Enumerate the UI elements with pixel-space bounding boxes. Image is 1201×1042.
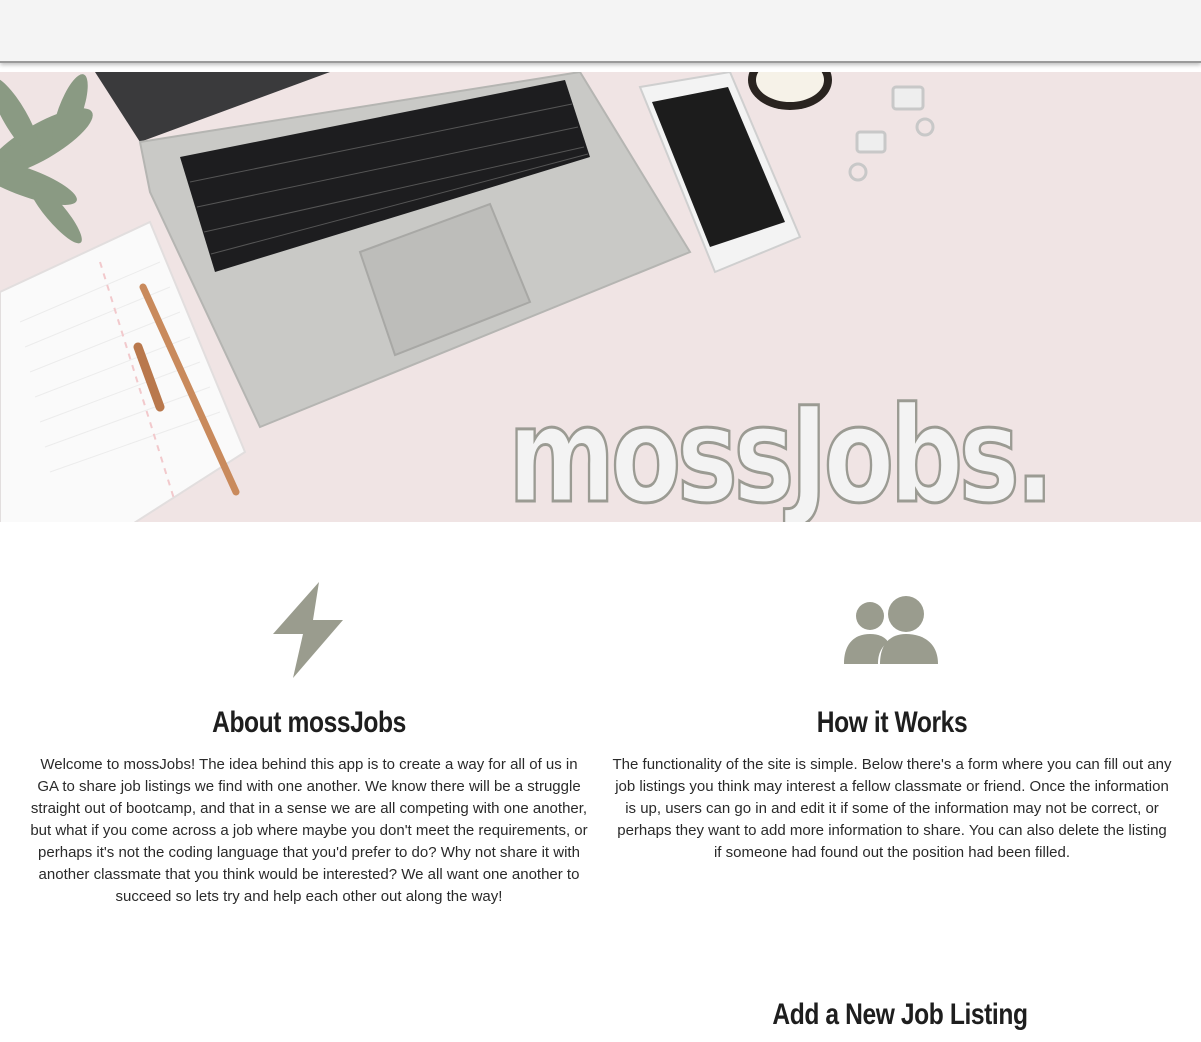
add-listing-title: Add a New Job Listing (772, 998, 1028, 1031)
hero-banner: mossJobs. (0, 72, 1201, 522)
about-section: About mossJobs Welcome to mossJobs! The … (29, 580, 589, 908)
top-navbar (0, 0, 1201, 63)
people-icon (612, 580, 1172, 680)
plant-image (0, 74, 93, 244)
how-it-works-description: The functionality of the site is simple.… (612, 756, 1172, 861)
about-description: Welcome to mossJobs! The idea behind thi… (30, 756, 588, 905)
binder-clips-image (848, 85, 935, 182)
coffee-cup-image (748, 72, 832, 110)
brand-logo-text: mossJobs. (507, 379, 1056, 523)
how-it-works-title: How it Works (816, 706, 968, 739)
about-title: About mossJobs (212, 706, 406, 739)
how-it-works-section: How it Works The functionality of the si… (612, 580, 1172, 864)
lightning-bolt-icon (29, 580, 589, 680)
